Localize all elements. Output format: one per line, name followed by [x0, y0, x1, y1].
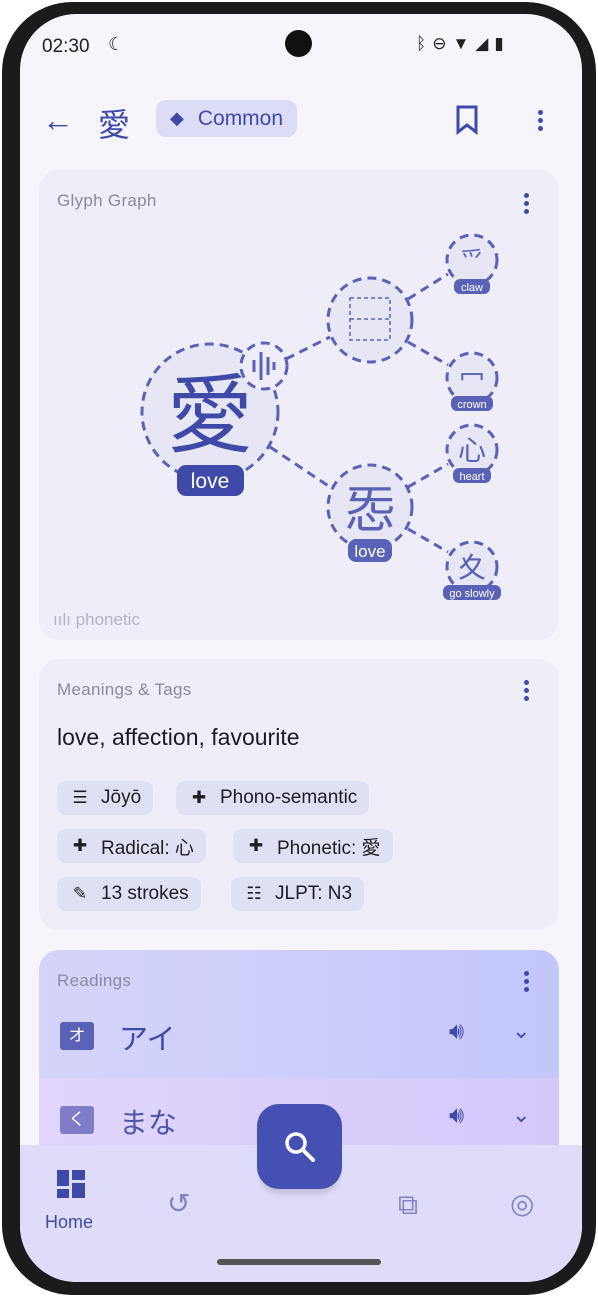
phonetic-wave-icon: ıılı [53, 610, 76, 629]
chevron-down-icon[interactable]: ⌄ [512, 1018, 530, 1044]
grid-icon [57, 1170, 85, 1198]
search-fab[interactable] [257, 1104, 342, 1189]
node-char: 夊 [458, 552, 486, 583]
edge [269, 445, 331, 489]
node-char: 㤅 [345, 482, 395, 538]
tag-label: Phonetic: 愛 [277, 837, 381, 859]
edge [407, 527, 449, 554]
node-label: go slowly [449, 588, 495, 600]
reading-text: アイ [119, 1024, 176, 1056]
nav-label: Home [45, 1212, 94, 1232]
node-char: 冖 [459, 364, 485, 394]
glyph-graph-card: Glyph Graph 愛 love 㤅 love 爫 claw 冖 crown… [39, 170, 559, 640]
puzzle-icon: ✚ [72, 836, 88, 855]
account-sync-icon[interactable]: ◎ [510, 1187, 534, 1220]
reading-row-on[interactable]: オ アイ 🔊︎ ⌄ [39, 1000, 559, 1078]
speaker-icon[interactable]: 🔊︎ [449, 1018, 464, 1046]
tag-label: JLPT: N3 [275, 883, 353, 904]
badge-label: Common [197, 106, 284, 130]
speaker-icon[interactable]: 🔊︎ [449, 1102, 464, 1130]
numbered-list-icon: ☷ [246, 884, 262, 903]
node [326, 276, 414, 364]
status-time: 02:30 [42, 36, 90, 57]
list-icon: ☰ [72, 788, 88, 807]
dnd-moon-icon: ☾ [108, 34, 125, 54]
puzzle-icon: ✚ [191, 788, 207, 807]
tag-joyo[interactable]: ☰ Jōyō [57, 781, 154, 815]
edge [407, 340, 449, 367]
node-char: 心 [458, 435, 486, 466]
screen: 02:30 ☾ ᛒ⊖▼◢▮ ← 愛 ◆ Common Glyph Graph 愛… [20, 14, 582, 1282]
camera-cutout [285, 30, 312, 57]
tag-label: Radical: 心 [101, 837, 194, 859]
tag-radical[interactable]: ✚ Radical: 心 [57, 829, 206, 863]
card-title: Readings [57, 971, 132, 990]
node-label: claw [461, 282, 483, 294]
tag-phonetic[interactable]: ✚ Phonetic: 愛 [233, 829, 393, 863]
diamond-icon: ◆ [170, 108, 184, 128]
edge [407, 272, 449, 301]
node-label: love [354, 542, 385, 561]
brush-icon: ✎ [72, 884, 88, 903]
kun-reading-icon: く [60, 1106, 94, 1134]
bookmarks-icon[interactable]: ⧉ [398, 1189, 418, 1222]
card-menu-icon[interactable] [524, 680, 529, 704]
edge [285, 335, 331, 361]
bookmark-icon[interactable] [455, 105, 479, 135]
node-label: heart [459, 471, 484, 483]
back-arrow-icon[interactable]: ← [42, 102, 74, 139]
search-icon [285, 1132, 315, 1162]
chevron-down-icon[interactable]: ⌄ [512, 1102, 530, 1128]
overflow-menu-icon[interactable] [538, 110, 543, 134]
card-menu-icon[interactable] [524, 971, 529, 995]
common-badge[interactable]: ◆ Common [156, 100, 298, 137]
tag-label: Phono-semantic [220, 787, 358, 808]
on-reading-icon: オ [60, 1022, 94, 1050]
tag-strokes[interactable]: ✎ 13 strokes [57, 877, 201, 911]
app-bar-kanji: 愛 [98, 107, 131, 143]
meanings-card: Meanings & Tags love, affection, favouri… [39, 659, 559, 930]
root-char: 愛 [167, 368, 253, 464]
history-icon[interactable]: ↺ [167, 1187, 190, 1220]
meanings-text: love, affection, favourite [57, 724, 300, 750]
tag-label: Jōyō [101, 787, 142, 808]
phone-frame: 02:30 ☾ ᛒ⊖▼◢▮ ← 愛 ◆ Common Glyph Graph 愛… [2, 2, 596, 1295]
edge [407, 462, 449, 489]
node-label: crown [457, 399, 486, 411]
status-icons: ᛒ⊖▼◢▮ [416, 34, 510, 53]
tag-label: 13 strokes [101, 883, 189, 904]
glyph-graph: 愛 love 㤅 love 爫 claw 冖 crown 心 heart 夊 g… [140, 233, 501, 600]
phonetic-legend: ıılı phonetic [53, 610, 140, 630]
gesture-bar[interactable] [217, 1259, 381, 1265]
tag-jlpt[interactable]: ☷ JLPT: N3 [231, 877, 365, 911]
reading-text: まな [119, 1108, 178, 1140]
tag-phono-semantic[interactable]: ✚ Phono-semantic [176, 781, 370, 815]
legend-label: phonetic [75, 610, 140, 629]
root-label: love [191, 470, 230, 493]
nav-home[interactable]: Home [42, 1167, 112, 1237]
card-title: Meanings & Tags [57, 680, 192, 699]
puzzle-phonetic-icon: ✚ [248, 836, 264, 855]
node-char: 爫 [460, 248, 484, 275]
